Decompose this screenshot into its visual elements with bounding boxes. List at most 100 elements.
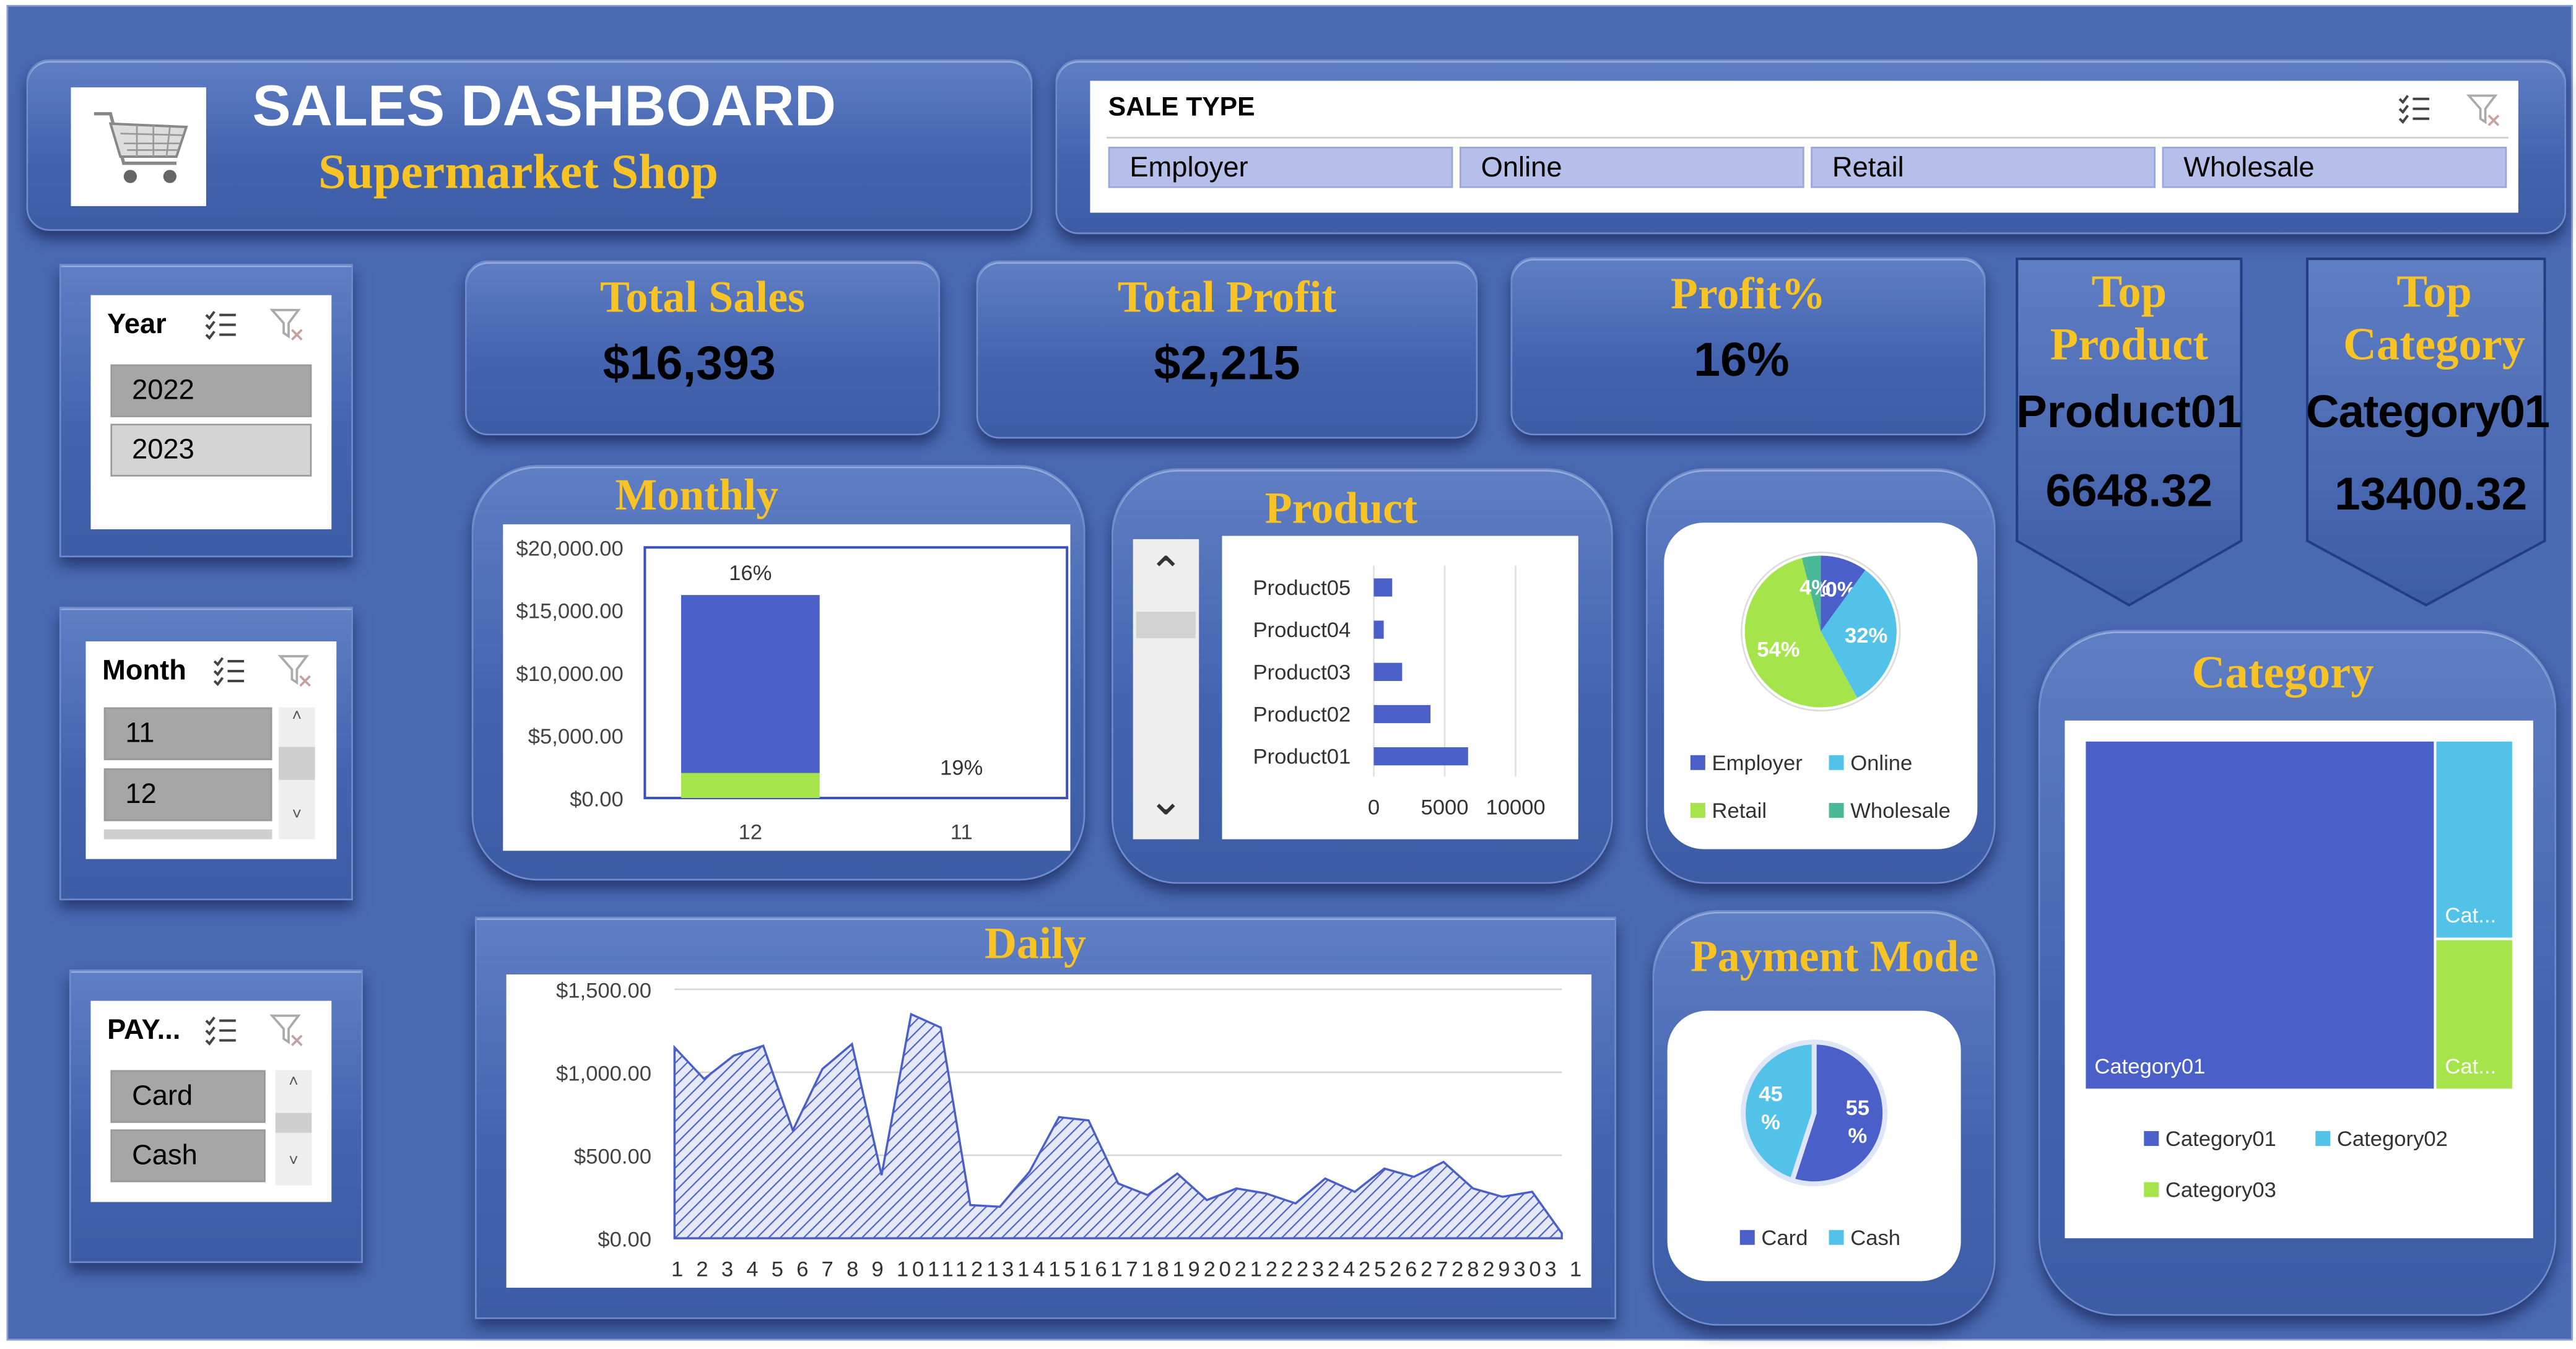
top-product-name: Product01 xyxy=(2016,386,2242,437)
y-tick-label: Product01 xyxy=(1253,745,1351,769)
multi-select-icon[interactable] xyxy=(203,1014,240,1047)
payment-cash[interactable]: Cash xyxy=(110,1129,266,1182)
scroll-down-icon[interactable]: ˅ xyxy=(279,806,315,824)
multi-select-icon[interactable] xyxy=(203,308,240,341)
y-tick-label: Product05 xyxy=(1253,576,1351,600)
kpi-value: 16% xyxy=(1694,334,1790,388)
daily-chart: $0.00 $500.00 $1,000.00 $1,500.00 1 2 3 4 5 … xyxy=(506,974,1592,1288)
top-category-label-1: Top xyxy=(2396,267,2472,319)
sale-type-employer[interactable]: Employer xyxy=(1108,147,1453,188)
month-title: Month xyxy=(102,654,186,686)
month-11[interactable]: 11 xyxy=(103,707,272,760)
x-tick-label: 5000 xyxy=(1421,796,1469,820)
scroll-up-icon[interactable]: ˄ xyxy=(279,708,315,726)
payment-pie-chart: 55% 45% xyxy=(1741,1039,1888,1187)
pie-label: 54% xyxy=(1757,638,1799,661)
data-label: 16% xyxy=(729,562,772,585)
sale-type-title: SALE TYPE xyxy=(1108,93,1255,123)
scroll-up-icon[interactable]: ⌃ xyxy=(1133,546,1199,599)
pie-label: 4% xyxy=(1799,576,1830,599)
year-2022[interactable]: 2022 xyxy=(110,364,312,417)
legend-employer: Employer xyxy=(1690,750,1803,775)
year-panel: Year 2022 2023 xyxy=(59,264,353,558)
sale-type-wholesale[interactable]: Wholesale xyxy=(2162,147,2507,188)
scroll-up-icon[interactable]: ˄ xyxy=(276,1074,312,1091)
product-chart: 0 5000 10000 Product05 Product04 Product03 Pro… xyxy=(1222,536,1578,839)
product-chart-svg: 0 5000 10000 Product05 Product04 Product03 Pro… xyxy=(1253,565,1546,820)
x-tick-label: 10000 xyxy=(1486,796,1545,820)
top-product-label-2: Product xyxy=(2050,319,2209,371)
top-category-value: 13400.32 xyxy=(2334,468,2528,519)
daily-area xyxy=(673,1012,1563,1239)
pie-label: % xyxy=(1761,1111,1780,1134)
clear-filter-icon[interactable] xyxy=(277,653,313,690)
pie-label: 55 xyxy=(1846,1096,1870,1120)
scroll-down-icon[interactable]: ⌄ xyxy=(1133,773,1199,826)
payment-mode-panel: Payment Mode 55% 45% Card Cash xyxy=(1652,910,1996,1326)
product-bar xyxy=(1373,705,1431,724)
dashboard-subtitle: Supermarket Shop xyxy=(318,145,718,200)
category-treemap-box: Category01 Cat... Cat... Category01 Catego… xyxy=(2065,720,2533,1239)
month-panel: Month 11 12 ˄ ˅ xyxy=(59,607,353,901)
payment-title: PAY... xyxy=(107,1013,181,1046)
sale-type-online[interactable]: Online xyxy=(1460,147,1804,188)
payment-panel: PAY... Card Cash ˄ ˅ xyxy=(69,969,363,1264)
clear-filter-icon[interactable] xyxy=(269,306,305,343)
treemap-tile xyxy=(2083,739,2437,1091)
top-product-card: Top Product Product01 6648.32 xyxy=(2016,257,2243,607)
payment-mode-title: Payment Mode xyxy=(1690,931,1979,981)
daily-chart-svg: $0.00 $500.00 $1,000.00 $1,500.00 1 2 3 4 5 … xyxy=(556,979,1582,1281)
monthly-bar xyxy=(681,595,820,773)
y-tick-label: $10,000.00 xyxy=(516,662,624,686)
treemap-label: Cat... xyxy=(2445,1055,2496,1078)
y-tick-label: $5,000.00 xyxy=(528,725,624,748)
x-tick-label: 11 xyxy=(951,821,973,844)
top-category-name: Category01 xyxy=(2305,386,2550,437)
multi-select-icon[interactable] xyxy=(211,654,248,687)
category-panel: Category Category01 Cat... Cat... Category… xyxy=(2038,630,2557,1316)
year-2023[interactable]: 2023 xyxy=(110,423,312,477)
product-scrollbar[interactable]: ⌃ ⌄ xyxy=(1133,539,1199,839)
product-bar xyxy=(1373,620,1384,639)
sale-type-slicer: SALE TYPE Employer Online Retail Wholesa… xyxy=(1090,80,2518,213)
kpi-label: Profit% xyxy=(1670,269,1826,319)
x-tick-label: 0 xyxy=(1368,796,1380,820)
product-title: Product xyxy=(1264,483,1418,533)
kpi-value: $16,393 xyxy=(603,337,776,391)
y-tick-label: $0.00 xyxy=(570,787,624,811)
cart-logo xyxy=(71,87,206,206)
kpi-value: $2,215 xyxy=(1154,337,1300,391)
payment-card[interactable]: Card xyxy=(110,1070,266,1123)
legend-category01: Category01 xyxy=(2144,1126,2276,1151)
month-slicer: Month 11 12 ˄ ˅ xyxy=(85,641,337,859)
top-product-label-1: Top xyxy=(2091,267,2167,319)
pie-label: 32% xyxy=(1845,624,1887,648)
monthly-title: Monthly xyxy=(615,470,779,519)
sale-type-pie-panel: 10% 32% 54% 4% Employer Online Retail Whole… xyxy=(1645,468,1996,884)
month-12[interactable]: 12 xyxy=(103,768,272,822)
monthly-chart: $0.00 $5,000.00 $10,000.00 $15,000.00 $20,00… xyxy=(503,524,1071,851)
treemap-label: Cat... xyxy=(2445,904,2496,927)
y-tick-label: Product03 xyxy=(1253,661,1351,684)
x-tick-label: 12 xyxy=(739,821,763,844)
month-scrollbar[interactable]: ˄ ˅ xyxy=(279,707,315,839)
product-bar xyxy=(1373,578,1393,597)
category-title: Category xyxy=(2191,648,2374,700)
sale-type-pie-box: 10% 32% 54% 4% Employer Online Retail Whole… xyxy=(1664,523,1978,849)
monthly-panel: Monthly $0.00 $5,000.00 $10,000.00 $15,000.… xyxy=(471,465,1086,881)
scroll-down-icon[interactable]: ˅ xyxy=(276,1153,312,1171)
data-label: 19% xyxy=(940,757,983,780)
multi-select-icon[interactable] xyxy=(2396,92,2433,125)
product-panel: Product ⌃ ⌄ 0 5000 10000 Product05 Product04… xyxy=(1112,468,1613,884)
legend-card: Card xyxy=(1739,1225,1808,1250)
clear-filter-icon[interactable] xyxy=(2466,92,2502,129)
legend-category03: Category03 xyxy=(2144,1178,2276,1202)
daily-panel: Daily $0.00 $500.00 $1,000.00 $1,500.00 1 2 … xyxy=(475,916,1617,1319)
clear-filter-icon[interactable] xyxy=(269,1012,305,1049)
treemap-label: Category01 xyxy=(2094,1055,2205,1078)
payment-pie-box: 55% 45% Card Cash xyxy=(1667,1010,1961,1282)
kpi-label: Total Profit xyxy=(1117,272,1337,322)
year-slicer: Year 2022 2023 xyxy=(90,295,332,529)
payment-scrollbar[interactable]: ˄ ˅ xyxy=(275,1070,312,1186)
sale-type-retail[interactable]: Retail xyxy=(1811,147,2156,188)
